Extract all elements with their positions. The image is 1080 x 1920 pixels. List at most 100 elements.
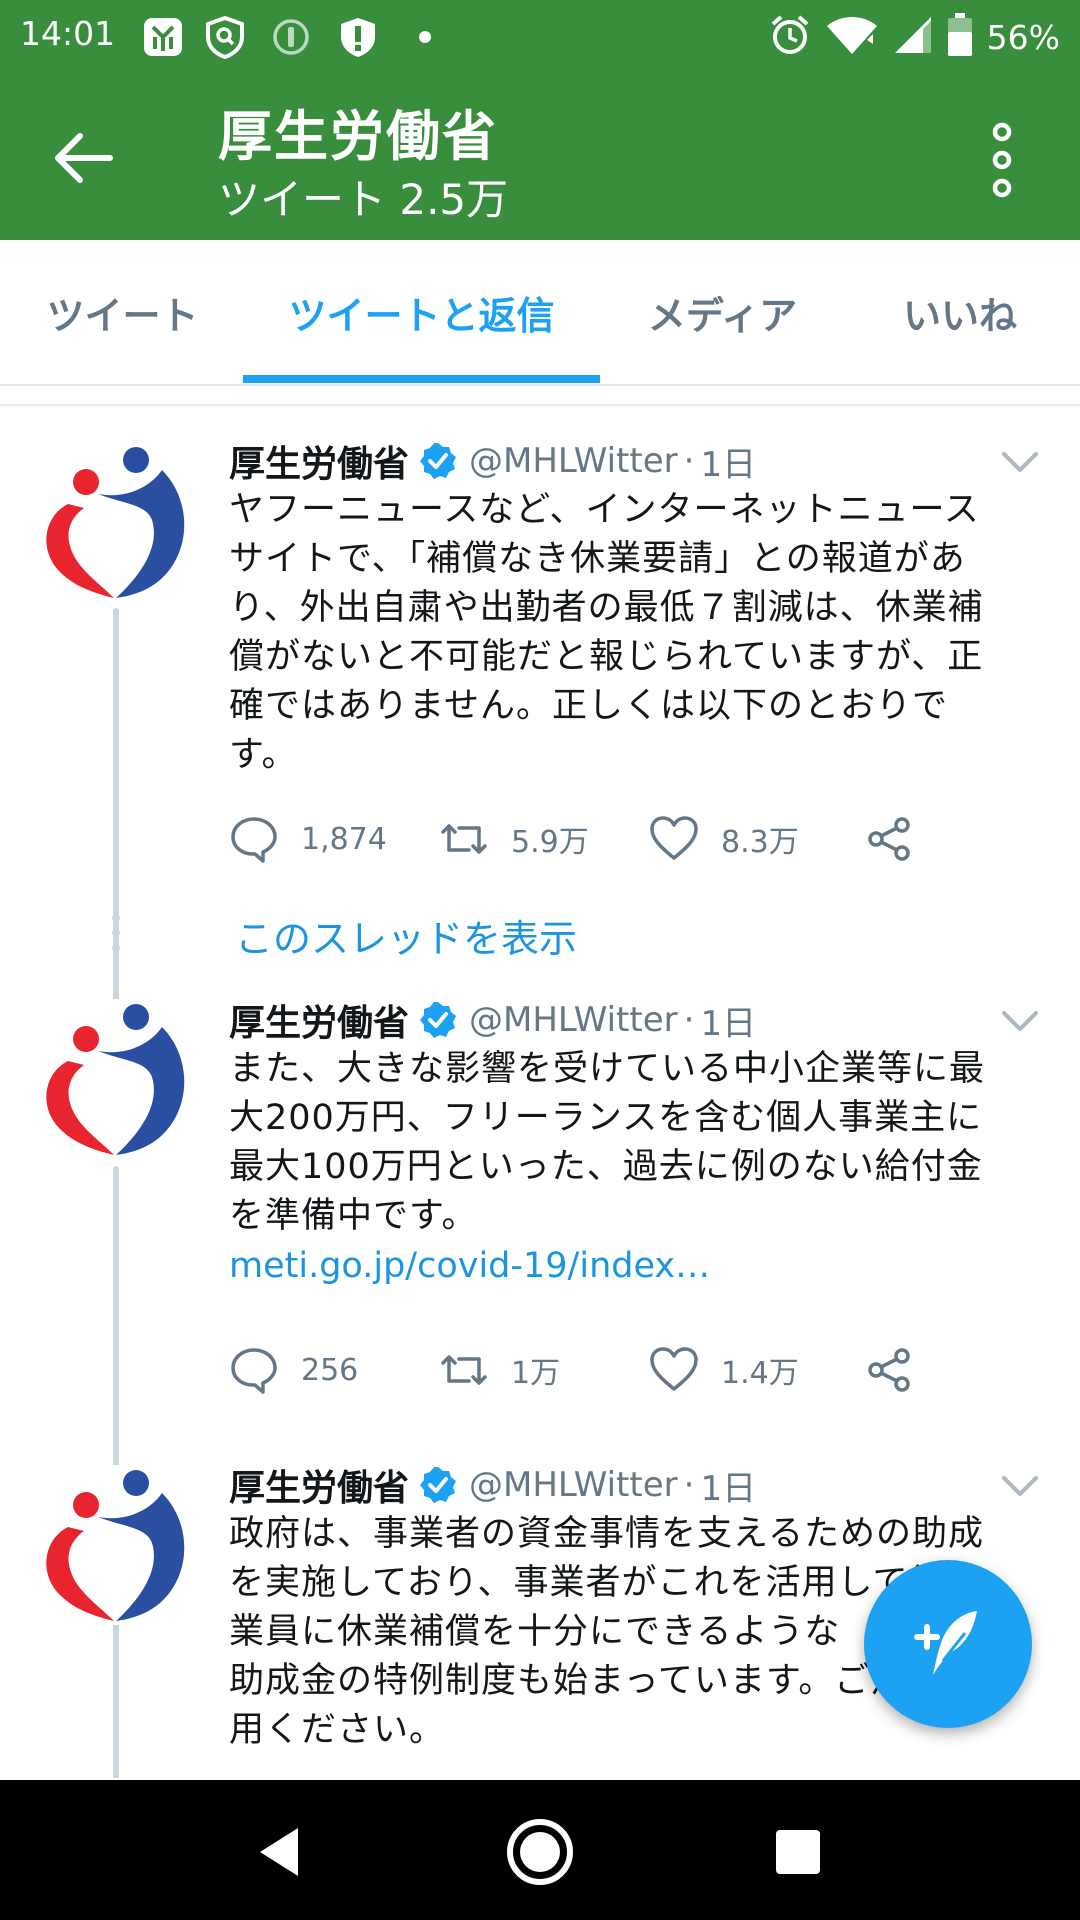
tweet-line: 最大100万円といった、過去に例のない給付金 xyxy=(229,1147,983,1187)
more-vertical-icon xyxy=(992,122,1012,198)
author-name[interactable]: 厚生労働省 xyxy=(229,1459,409,1511)
alarm-icon xyxy=(769,14,811,60)
info-circle-icon xyxy=(266,12,316,62)
thread-connector xyxy=(113,962,119,998)
arrow-left-icon xyxy=(55,133,113,183)
reply-count: 1,874 xyxy=(301,821,387,857)
battery-icon xyxy=(947,13,973,61)
status-time: 14:01 xyxy=(20,14,116,53)
app-bar: 厚生労働省 ツイート 2.5万 xyxy=(0,76,1080,240)
show-thread-link[interactable]: このスレッドを表示 xyxy=(235,908,577,963)
tweet-count: ツイート 2.5万 xyxy=(218,175,509,224)
alert-shield-icon xyxy=(333,12,383,62)
compose-feather-icon xyxy=(914,1611,977,1675)
separator-dot: · xyxy=(683,1465,695,1505)
tweet-time: 1日 xyxy=(700,1003,757,1044)
like-button[interactable]: 8.3万 xyxy=(649,809,799,869)
tweet-text[interactable]: ヤフーニュースなど、インターネットニュース サイトで、「補償なき休業要請」との報… xyxy=(229,486,1029,780)
reply-button[interactable]: 1,874 xyxy=(229,809,387,869)
profile-tabs: ツイート ツイートと返信 メディア いいね xyxy=(0,240,1080,386)
profile-title: 厚生労働省 xyxy=(218,105,498,168)
heart-icon xyxy=(650,1347,698,1391)
tweet-line: り、外出自粛や出勤者の最低７割減は、休業補 xyxy=(229,588,984,628)
tweet-header: 厚生労働省 @MHLWitter · 1日 xyxy=(229,436,756,486)
retweet-count: 1万 xyxy=(511,1356,561,1391)
separator-dot: · xyxy=(683,1000,695,1040)
like-count: 8.3万 xyxy=(721,825,799,860)
shield-search-icon xyxy=(200,12,250,62)
wifi-icon xyxy=(825,14,879,60)
back-button[interactable] xyxy=(50,128,120,188)
signal-icon xyxy=(893,15,933,59)
verified-badge-icon xyxy=(420,1467,457,1503)
tweet-line: 償がないと不可能だと報じられていますが、正 xyxy=(229,637,984,677)
nav-recents-button[interactable] xyxy=(758,1812,838,1892)
share-icon xyxy=(868,1348,910,1392)
reply-count: 256 xyxy=(301,1352,359,1388)
retweet-button[interactable]: 1万 xyxy=(439,1340,560,1400)
author-handle: @MHLWitter xyxy=(469,1000,678,1040)
tweet-line: 確ではありません。正しくは以下のとおりで xyxy=(229,686,948,726)
share-icon xyxy=(868,817,910,861)
tweet-line: ヤフーニュースなど、インターネットニュース xyxy=(229,490,980,530)
like-button[interactable]: 1.4万 xyxy=(649,1340,799,1400)
system-nav-bar xyxy=(0,1780,1080,1920)
reply-button[interactable]: 256 xyxy=(229,1340,358,1400)
tab-media[interactable]: メディア xyxy=(630,240,815,384)
chevron-down-icon[interactable] xyxy=(1000,1472,1040,1500)
verified-badge-icon xyxy=(420,443,457,479)
tweet-header: 厚生労働省 @MHLWitter · 1日 xyxy=(229,1460,756,1510)
tweet-line: 大200万円、フリーランスを含む個人事業主に xyxy=(229,1098,983,1138)
mhlw-logo-icon xyxy=(46,1470,185,1621)
nav-home-button[interactable] xyxy=(500,1812,580,1892)
battery-percent: 56% xyxy=(986,17,1060,57)
more-options-button[interactable] xyxy=(980,120,1024,200)
thread-gap-dots xyxy=(111,914,121,959)
tweet-time: 1日 xyxy=(700,444,757,485)
reply-bubble-icon xyxy=(231,1348,277,1394)
verified-badge-icon xyxy=(420,1002,457,1038)
avatar[interactable] xyxy=(36,442,196,602)
separator-dot: · xyxy=(683,441,695,481)
author-name[interactable]: 厚生労働省 xyxy=(229,994,409,1046)
tuxedo-app-icon xyxy=(138,12,188,62)
tab-likes[interactable]: いいね xyxy=(880,240,1040,384)
tweet-time: 1日 xyxy=(700,1468,757,1509)
author-handle: @MHLWitter xyxy=(469,1465,678,1505)
author-name[interactable]: 厚生労働省 xyxy=(229,435,409,487)
divider xyxy=(0,404,1080,406)
tweet-actions: 1,874 5.9万 8.3万 xyxy=(229,809,969,869)
nav-recents-icon xyxy=(776,1830,820,1874)
status-right-group: 56% xyxy=(769,12,1060,62)
tab-tweets[interactable]: ツイート xyxy=(30,240,215,384)
tweet-line: す。 xyxy=(229,735,298,775)
status-bar: 14:01 56% xyxy=(0,0,1080,76)
tab-tweets-and-replies[interactable]: ツイートと返信 xyxy=(243,240,600,384)
chevron-down-icon[interactable] xyxy=(1000,1007,1040,1035)
tweet-text[interactable]: また、大きな影響を受けている中小企業等に最 大200万円、フリーランスを含む個人… xyxy=(229,1045,1029,1241)
tweet-actions: 256 1万 1.4万 xyxy=(229,1340,969,1400)
tweet-line: 政府は、事業者の資金事情を支えるための助成 xyxy=(229,1514,984,1554)
share-button[interactable] xyxy=(864,1340,914,1400)
retweet-button[interactable]: 5.9万 xyxy=(439,809,589,869)
tweet-line: を準備中です。 xyxy=(229,1196,478,1236)
active-tab-indicator xyxy=(243,375,600,383)
heart-icon xyxy=(650,816,698,860)
author-handle: @MHLWitter xyxy=(469,441,678,481)
avatar[interactable] xyxy=(36,1465,196,1625)
avatar[interactable] xyxy=(36,999,196,1159)
tweet-url-link[interactable]: meti.go.jp/covid-19/index… xyxy=(229,1246,710,1286)
nav-home-icon xyxy=(507,1819,573,1885)
mhlw-logo-icon xyxy=(46,1004,185,1155)
like-count: 1.4万 xyxy=(721,1356,799,1391)
retweet-icon xyxy=(441,1355,487,1385)
share-button[interactable] xyxy=(864,809,914,869)
chevron-down-icon[interactable] xyxy=(1000,448,1040,476)
mhlw-logo-icon xyxy=(46,447,185,598)
compose-tweet-button[interactable] xyxy=(864,1560,1032,1728)
nav-back-button[interactable] xyxy=(240,1812,320,1892)
tweet-line: また、大きな影響を受けている中小企業等に最 xyxy=(229,1049,986,1089)
retweet-icon xyxy=(441,824,487,854)
notification-dot-icon xyxy=(400,12,450,62)
retweet-count: 5.9万 xyxy=(511,825,589,860)
